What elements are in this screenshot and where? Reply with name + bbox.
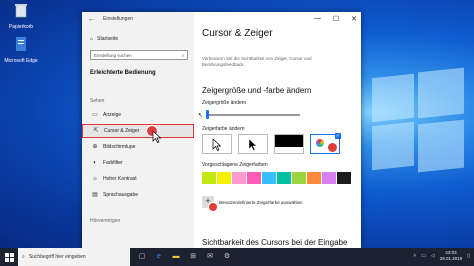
settings-content: — ☐ ✕ Cursor & Zeiger Verbessern Sie die… — [194, 12, 361, 248]
close-button[interactable]: ✕ — [351, 15, 357, 23]
back-arrow-icon[interactable]: ← — [88, 16, 95, 23]
mail-icon[interactable]: ✉ — [206, 253, 214, 261]
task-view-icon[interactable]: ▢ — [138, 253, 146, 261]
color-swatch[interactable] — [307, 172, 321, 184]
color-swatch[interactable] — [322, 172, 336, 184]
sidebar-item-label: Sprachausgabe — [103, 192, 139, 198]
group-label-sehen: Sehen — [90, 98, 105, 104]
settings-search-input[interactable]: Einstellung suchen ⌕ — [90, 50, 188, 60]
sidebar-item-hoher-kontrast[interactable]: ☼ Hoher Kontrast — [82, 172, 194, 186]
magnifier-icon: ⊕ — [92, 144, 98, 150]
pointer-size-slider[interactable] — [206, 114, 300, 116]
small-pointer-icon: ↖ — [198, 113, 204, 119]
pointer-color-black[interactable] — [238, 134, 268, 154]
store-icon[interactable]: ⊞ — [189, 253, 197, 261]
sidebar-item-label: Cursor & Zeiger — [104, 128, 140, 134]
pointer-size-slider-thumb[interactable] — [205, 110, 209, 119]
color-swatch[interactable] — [277, 172, 291, 184]
color-swatch[interactable] — [337, 172, 351, 184]
network-icon[interactable]: ▭ — [421, 253, 426, 259]
group-label-hoeren: Hörvermögen — [90, 218, 121, 224]
narrator-icon: ▤ — [92, 192, 98, 198]
taskbar-search-placeholder: Suchbegriff hier eingeben — [28, 254, 86, 260]
section-heading-pointer: Zeigergröße und -farbe ändern — [202, 86, 312, 95]
sidebar-item-anzeige[interactable]: ▭ Anzeige — [82, 108, 194, 122]
pointer-color-white[interactable] — [202, 134, 232, 154]
page-description: Verbessern Sie die Sichtbarkeit von Zeig… — [202, 56, 312, 67]
window-controls: — ☐ ✕ — [314, 15, 357, 23]
sidebar-item-label: Farbfilter — [103, 160, 123, 166]
white-pointer-icon — [212, 139, 222, 151]
contrast-icon: ☼ — [92, 176, 98, 182]
volume-icon[interactable]: ◁ — [431, 253, 435, 259]
page-title: Cursor & Zeiger — [202, 28, 273, 39]
settings-sidebar: ← Einstellungen ⌂ Startseite Einstellung… — [82, 12, 194, 248]
recycle-bin-icon — [15, 4, 27, 18]
sidebar-item-cursor-zeiger[interactable]: ⇱ Cursor & Zeiger — [82, 124, 194, 138]
search-icon: ⌕ — [181, 52, 184, 58]
search-icon: ⌕ — [22, 254, 25, 260]
color-filter-icon: ◐ — [93, 160, 97, 166]
cursor-icon: ⇱ — [93, 128, 99, 134]
chevron-up-icon[interactable]: ˄ — [413, 253, 416, 259]
search-placeholder: Einstellung suchen — [94, 52, 132, 58]
color-swatch[interactable] — [247, 172, 261, 184]
click-highlight-marker — [208, 202, 218, 212]
color-swatch[interactable] — [217, 172, 231, 184]
file-explorer-icon[interactable]: ▬ — [172, 253, 180, 261]
desktop-icon-label: Microsoft Edge — [4, 58, 38, 64]
display-icon: ▭ — [92, 112, 98, 118]
custom-color-label: Benutzerdefinierte Zeigerfarbe auswählen — [219, 200, 303, 205]
nav-home-label: Startseite — [97, 36, 119, 42]
sidebar-item-label: Bildschirmlupe — [103, 144, 136, 150]
notifications-icon[interactable]: ▯ — [467, 253, 470, 259]
clock-date: 29.01.2019 — [439, 255, 463, 261]
color-swatch[interactable] — [292, 172, 306, 184]
size-label: Zeigergröße ändern — [202, 100, 247, 106]
color-label: Zeigerfarbe ändern — [202, 126, 245, 132]
sidebar-item-bildschirmlupe[interactable]: ⊕ Bildschirmlupe — [82, 140, 194, 154]
settings-window: ← Einstellungen ⌂ Startseite Einstellung… — [82, 12, 361, 248]
start-button[interactable] — [0, 248, 18, 266]
pointer-color-inverted[interactable] — [274, 134, 304, 154]
taskbar-search[interactable]: ⌕ Suchbegriff hier eingeben — [18, 248, 130, 266]
sidebar-item-label: Hoher Kontrast — [103, 176, 137, 182]
window-title: Einstellungen — [103, 16, 134, 22]
color-swatch[interactable] — [262, 172, 276, 184]
color-swatch[interactable] — [232, 172, 246, 184]
settings-gear-icon[interactable]: ⚙ — [223, 253, 231, 261]
desktop-icon-recycle-bin[interactable]: Papierkorb — [4, 2, 38, 31]
click-highlight-marker — [327, 142, 338, 153]
section-heading-cursor: Sichtbarkeit des Cursors bei der Eingabe — [202, 238, 348, 247]
document-icon — [16, 37, 26, 51]
clock[interactable]: 23:03 29.01.2019 — [440, 250, 463, 262]
inverted-swatch — [275, 135, 303, 147]
title-bar: ← Einstellungen — [82, 12, 194, 26]
desktop-icon-edge[interactable]: Microsoft Edge — [4, 36, 38, 65]
windows-logo-wallpaper — [372, 67, 464, 174]
section-title: Erleichterte Bedienung — [90, 70, 156, 76]
taskbar: ⌕ Suchbegriff hier eingeben ▢ e ▬ ⊞ ✉ ⚙ … — [0, 248, 474, 266]
system-tray: ˄ ▭ ◁ 23:03 29.01.2019 ▯ — [413, 250, 470, 262]
selected-check-icon: ✓ — [335, 133, 341, 139]
taskbar-pinned-apps: ▢ e ▬ ⊞ ✉ ⚙ — [138, 253, 231, 261]
home-icon: ⌂ — [90, 36, 94, 42]
edge-icon[interactable]: e — [155, 253, 163, 261]
desktop-icon-label: Papierkorb — [8, 24, 34, 30]
sidebar-item-label: Anzeige — [103, 112, 122, 118]
windows-start-icon — [4, 252, 14, 262]
maximize-button[interactable]: ☐ — [333, 15, 339, 23]
sidebar-item-farbfilter[interactable]: ◐ Farbfilter — [82, 156, 194, 170]
black-pointer-icon — [248, 139, 258, 151]
minimize-button[interactable]: — — [314, 15, 321, 23]
sidebar-item-sprachausgabe[interactable]: ▤ Sprachausgabe — [82, 188, 194, 202]
color-wheel-icon — [316, 139, 324, 147]
desktop: Papierkorb Microsoft Edge ← Einstellunge… — [0, 0, 474, 248]
nav-home[interactable]: ⌂ Startseite — [90, 36, 118, 42]
color-swatch[interactable] — [202, 172, 216, 184]
suggested-label: Vorgeschlagene Zeigerfarben — [202, 162, 268, 168]
